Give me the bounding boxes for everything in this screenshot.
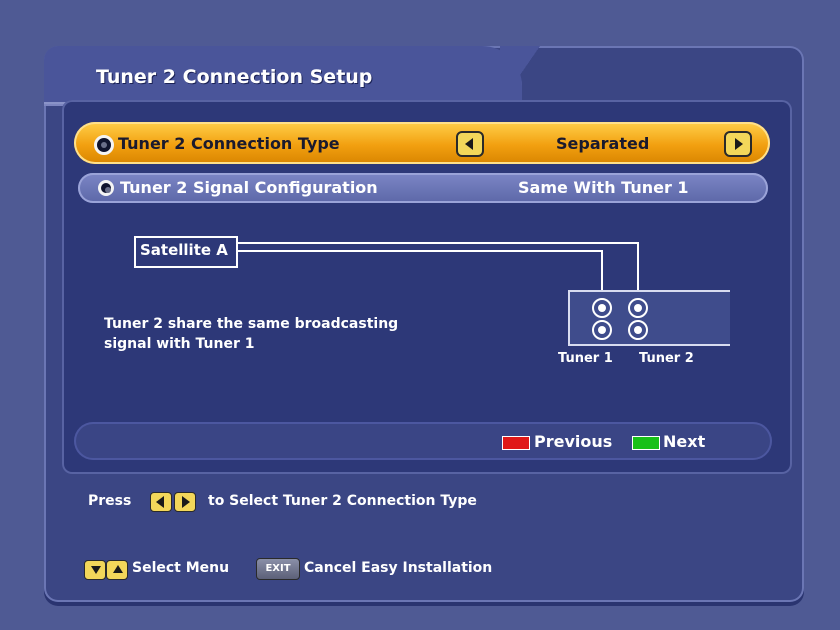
tuner1-label: Tuner 1 — [558, 351, 613, 366]
press-hint: Press — [88, 493, 132, 509]
tuner1-input-port-icon — [592, 298, 612, 318]
up-key-icon — [106, 560, 128, 580]
next-button[interactable]: Next — [663, 432, 705, 451]
tuner-box — [568, 290, 730, 346]
cancel-hint: Cancel Easy Installation — [304, 560, 493, 576]
signal-config-value: Same With Tuner 1 — [518, 178, 689, 197]
tuner1-output-port-icon — [592, 320, 612, 340]
tuner2-input-port-icon — [628, 298, 648, 318]
diagram-description: Tuner 2 share the same broadcasting sign… — [104, 314, 444, 354]
next-option-button[interactable] — [724, 131, 752, 157]
right-key-icon — [174, 492, 196, 512]
previous-option-button[interactable] — [456, 131, 484, 157]
signal-config-label: Tuner 2 Signal Configuration — [120, 178, 378, 197]
description-line-2: signal with Tuner 1 — [104, 336, 255, 352]
bullet-icon — [98, 180, 114, 196]
satellite-label: Satellite A — [140, 241, 228, 259]
down-key-icon — [84, 560, 106, 580]
left-key-icon — [150, 492, 172, 512]
page-title: Tuner 2 Connection Setup — [96, 66, 373, 88]
tuner2-output-port-icon — [628, 320, 648, 340]
bullet-icon — [94, 135, 114, 155]
green-key-icon — [632, 436, 660, 450]
exit-key-icon: EXIT — [256, 558, 300, 580]
connection-type-label: Tuner 2 Connection Type — [118, 134, 340, 153]
tuner2-label: Tuner 2 — [639, 351, 694, 366]
previous-button[interactable]: Previous — [534, 432, 612, 451]
connection-type-value: Separated — [556, 134, 650, 153]
wire-line — [236, 242, 638, 244]
wire-line — [236, 250, 602, 252]
title-tab-slope — [500, 46, 540, 104]
red-key-icon — [502, 436, 530, 450]
select-menu-hint: Select Menu — [132, 560, 230, 576]
description-line-1: Tuner 2 share the same broadcasting — [104, 316, 399, 332]
screen: Tuner 2 Connection Setup Tuner 2 Connect… — [0, 0, 840, 630]
select-type-hint: to Select Tuner 2 Connection Type — [208, 493, 477, 509]
